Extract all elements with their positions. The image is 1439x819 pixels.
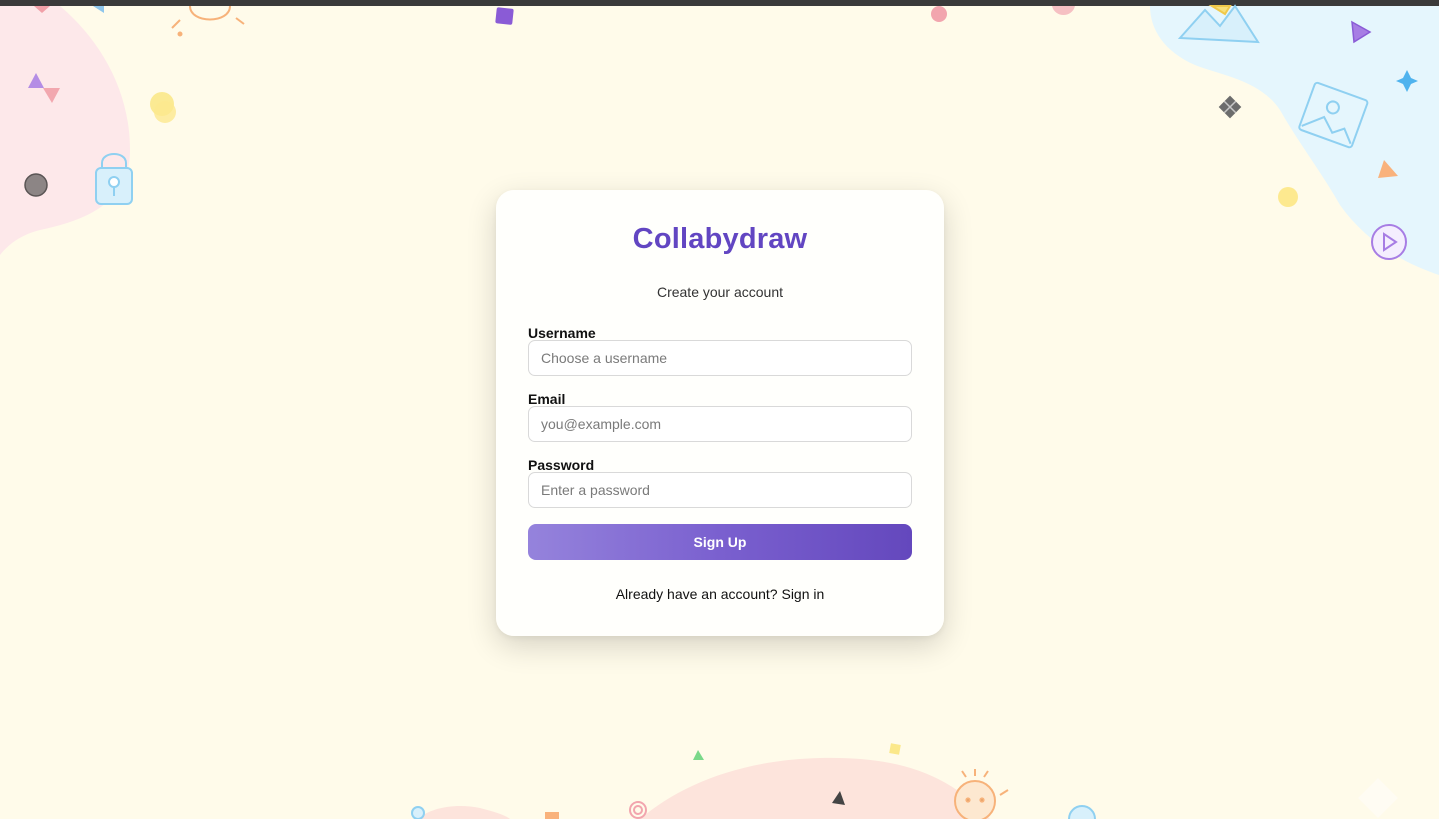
sign-up-button[interactable]: Sign Up — [528, 524, 912, 560]
peach-blob-small — [418, 806, 510, 819]
password-label: Password — [528, 457, 595, 473]
key-icon — [411, 806, 425, 819]
password-input[interactable] — [528, 472, 912, 508]
pink-blob — [0, 6, 130, 255]
circle-shape — [154, 101, 176, 123]
peach-blob — [640, 757, 990, 819]
mosaic-square-icon — [1218, 95, 1242, 119]
email-label: Email — [528, 391, 566, 407]
page-subtitle: Create your account — [656, 284, 784, 300]
signup-card: Collabydraw Create your account Username… — [496, 190, 944, 636]
email-input[interactable] — [528, 406, 912, 442]
diamond-shape — [1358, 778, 1398, 818]
play-circle-icon — [1371, 224, 1407, 260]
username-input[interactable] — [528, 340, 912, 376]
username-label: Username — [528, 325, 596, 341]
sign-in-prompt: Already have an account? Sign in — [496, 586, 944, 602]
circle-shape — [931, 6, 947, 22]
sun-doodle-icon — [171, 5, 245, 37]
sign-in-link[interactable]: Sign in — [781, 586, 824, 602]
circle-shape — [24, 173, 48, 197]
circle-shape — [1068, 805, 1096, 819]
sign-in-question: Already have an account? — [615, 586, 778, 602]
triangle-shape — [93, 6, 104, 13]
circle-shape — [1052, 6, 1075, 15]
triangle-shape — [693, 750, 704, 760]
square-shape — [495, 7, 514, 25]
circle-shape — [1278, 187, 1298, 207]
square-shape — [889, 743, 901, 755]
square-shape — [545, 812, 559, 819]
brand-title: Collabydraw — [632, 223, 808, 255]
sun-doodle-icon — [954, 769, 1009, 819]
swirl-icon — [629, 801, 647, 819]
